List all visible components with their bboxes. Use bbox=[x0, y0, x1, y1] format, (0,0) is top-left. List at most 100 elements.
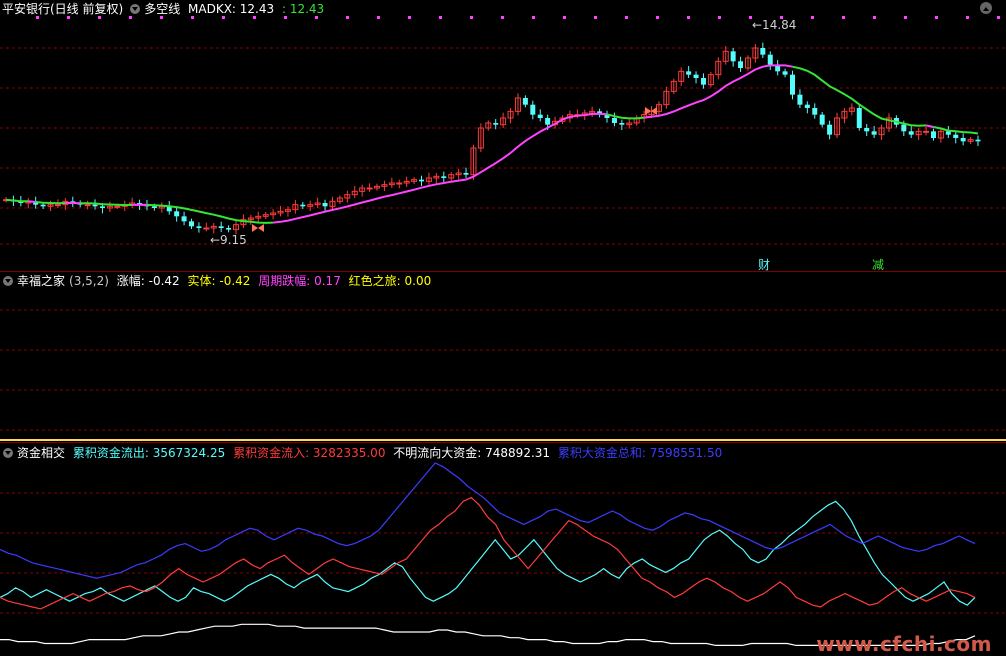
top-marker bbox=[346, 16, 349, 19]
candle-body bbox=[493, 123, 499, 125]
ma-line bbox=[606, 113, 645, 120]
top-marker bbox=[935, 16, 938, 19]
low-label: ←9.15 bbox=[210, 233, 247, 247]
candle-body bbox=[738, 61, 744, 68]
candle-body bbox=[856, 108, 862, 128]
top-marker bbox=[377, 16, 380, 19]
candle-body bbox=[54, 204, 61, 207]
candle-body bbox=[188, 221, 194, 227]
top-marker bbox=[191, 16, 194, 19]
candle-body bbox=[441, 176, 447, 178]
candle-body bbox=[901, 124, 907, 132]
high-label: ←14.84 bbox=[752, 18, 797, 32]
candle-body bbox=[300, 204, 306, 207]
candle-body bbox=[218, 226, 224, 228]
candle-body bbox=[797, 94, 803, 105]
price-panel: 平安银行(日线 前复权) 多空线 MADKX: 12.43 : 12.43 ←14… bbox=[0, 0, 1006, 272]
top-marker bbox=[842, 16, 845, 19]
candle-body bbox=[174, 211, 180, 217]
ma-line bbox=[35, 201, 66, 205]
candle-body bbox=[693, 74, 699, 78]
candle-body bbox=[730, 51, 736, 62]
candle-body bbox=[804, 104, 810, 108]
top-marker bbox=[873, 16, 876, 19]
top-marker bbox=[67, 16, 70, 19]
candle-body bbox=[92, 204, 98, 207]
top-marker bbox=[718, 16, 721, 19]
top-marker bbox=[501, 16, 504, 19]
candle-body bbox=[419, 179, 425, 182]
ma-line bbox=[28, 200, 36, 203]
candle-body bbox=[930, 131, 936, 138]
candle-body bbox=[945, 131, 951, 135]
capital-chart bbox=[0, 462, 1006, 646]
top-marker bbox=[470, 16, 473, 19]
happiness-panel: 幸福之家 (3,5,2) 涨幅: -0.42 实体: -0.42 周期跌幅: 0.… bbox=[0, 272, 1006, 442]
top-marker bbox=[284, 16, 287, 19]
top-marker bbox=[904, 16, 907, 19]
signal-icon bbox=[645, 107, 657, 115]
candle-body bbox=[151, 206, 157, 208]
candle-body bbox=[871, 131, 877, 135]
candle-body bbox=[864, 128, 870, 132]
top-marker bbox=[532, 16, 535, 19]
top-marker bbox=[997, 16, 1000, 19]
candle-body bbox=[40, 204, 46, 207]
candle-body bbox=[923, 130, 930, 133]
candle-body bbox=[960, 138, 966, 142]
top-marker bbox=[36, 16, 39, 19]
top-marker bbox=[253, 16, 256, 19]
candle-body bbox=[686, 71, 692, 75]
series-line bbox=[0, 496, 976, 610]
candle-body bbox=[545, 118, 551, 125]
candle-body bbox=[114, 205, 121, 208]
candle-body bbox=[322, 203, 328, 207]
top-marker bbox=[625, 16, 628, 19]
top-marker bbox=[315, 16, 318, 19]
candle-body bbox=[396, 182, 403, 185]
candle-body bbox=[827, 124, 833, 135]
top-marker bbox=[408, 16, 411, 19]
top-marker bbox=[439, 16, 442, 19]
top-marker bbox=[687, 16, 690, 19]
candle-body bbox=[975, 139, 981, 142]
candle-body bbox=[619, 123, 625, 125]
candle-body bbox=[819, 114, 825, 125]
price-chart bbox=[0, 16, 1006, 245]
ma-line bbox=[5, 198, 29, 203]
candle-body bbox=[530, 104, 536, 115]
signal-icon bbox=[252, 224, 264, 232]
candle-body bbox=[463, 173, 469, 175]
candle-body bbox=[790, 74, 796, 95]
candle-body bbox=[782, 71, 788, 75]
candle-body bbox=[366, 187, 373, 190]
top-marker bbox=[656, 16, 659, 19]
series-line bbox=[0, 462, 976, 579]
ma-line bbox=[925, 124, 934, 128]
candle-body bbox=[812, 108, 818, 115]
candle-body bbox=[760, 48, 766, 55]
candle-body bbox=[84, 204, 91, 207]
candle-body bbox=[953, 134, 959, 138]
top-marker bbox=[129, 16, 132, 19]
candle-body bbox=[908, 131, 914, 135]
top-marker bbox=[563, 16, 566, 19]
top-marker bbox=[222, 16, 225, 19]
candle-body bbox=[522, 98, 528, 105]
happiness-chart bbox=[0, 309, 1006, 441]
candle-body bbox=[700, 78, 706, 85]
candle-body bbox=[99, 206, 105, 208]
candle-body bbox=[203, 227, 210, 230]
watermark: www.cfchi.com bbox=[816, 632, 992, 656]
candle-body bbox=[611, 118, 617, 123]
candle-body bbox=[226, 228, 232, 230]
top-marker bbox=[160, 16, 163, 19]
candle-body bbox=[537, 114, 543, 118]
candle-body bbox=[181, 216, 187, 222]
top-marker bbox=[594, 16, 597, 19]
candle-body bbox=[196, 226, 202, 228]
top-marker bbox=[811, 16, 814, 19]
top-marker bbox=[98, 16, 101, 19]
candle-body bbox=[767, 54, 773, 65]
capital-panel: 资金相交 累积资金流出: 3567324.25 累积资金流入: 3282335.… bbox=[0, 443, 1006, 656]
